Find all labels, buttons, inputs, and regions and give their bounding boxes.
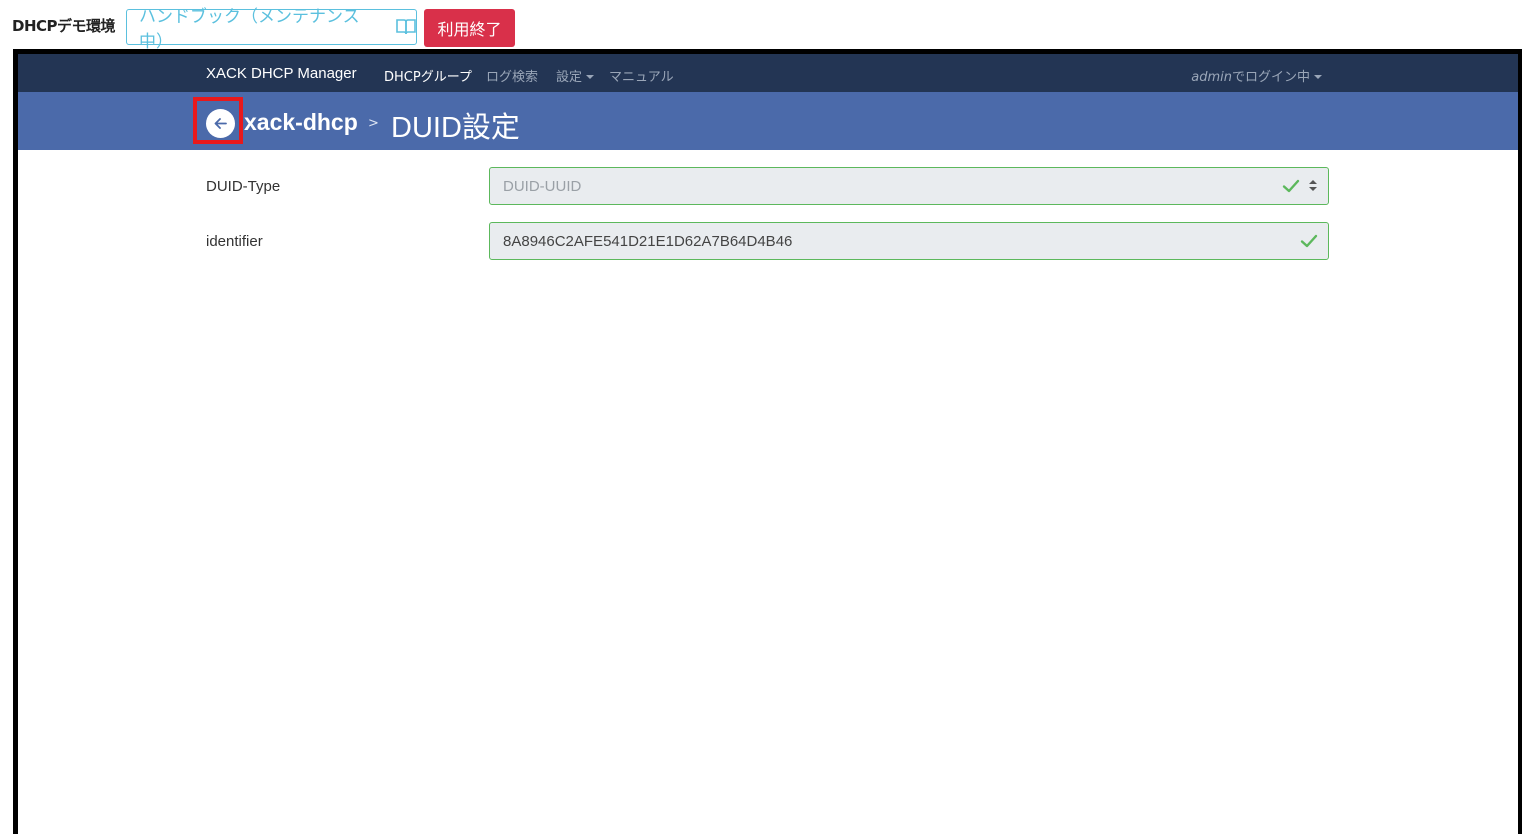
sort-icon [1309, 180, 1317, 192]
check-icon [1282, 179, 1300, 193]
duid-type-label: DUID-Type [206, 178, 281, 195]
identifier-value: 8A8946C2AFE541D21E1D62A7B64D4B46 [503, 232, 793, 250]
exit-button[interactable]: 利用終了 [424, 9, 515, 47]
handbook-label: ハンドブック（メンテナンス中） [139, 7, 360, 52]
check-icon [1300, 234, 1318, 248]
breadcrumb-parent[interactable]: xack-dhcp [244, 109, 358, 136]
duid-type-select[interactable]: DUID-UUID [489, 167, 1329, 205]
page-header: xack-dhcp > DUID設定 [18, 92, 1518, 150]
nav-item-settings-label: 設定 [556, 70, 583, 85]
back-button[interactable] [193, 97, 243, 144]
nav-item-settings[interactable]: 設定 [556, 66, 594, 85]
top-bar: DHCPデモ環境 ハンドブック（メンテナンス中） 利用終了 [0, 0, 1522, 52]
book-icon [396, 19, 416, 35]
navbar: XACK DHCP Manager DHCPグループ ログ検索 設定 マニュアル… [18, 54, 1518, 92]
identifier-field[interactable]: 8A8946C2AFE541D21E1D62A7B64D4B46 [489, 222, 1329, 260]
handbook-button[interactable]: ハンドブック（メンテナンス中） [126, 7, 417, 52]
page-title: DUID設定 [391, 112, 520, 144]
nav-item-dhcp-group[interactable]: DHCPグループ [384, 66, 472, 85]
breadcrumb-separator: > [368, 116, 379, 131]
user-menu[interactable]: adminでログイン中 [1191, 66, 1322, 85]
user-name: admin [1191, 70, 1232, 85]
nav-item-log-search[interactable]: ログ検索 [486, 66, 538, 85]
nav-item-manual[interactable]: マニュアル [609, 66, 674, 85]
user-status: でログイン中 [1231, 70, 1310, 85]
env-label: DHCPデモ環境 [12, 17, 116, 35]
app-frame: XACK DHCP Manager DHCPグループ ログ検索 設定 マニュアル… [13, 49, 1522, 834]
arrow-left-circle-icon [206, 109, 235, 138]
identifier-label: identifier [206, 233, 263, 250]
brand-link[interactable]: XACK DHCP Manager [206, 65, 357, 82]
duid-type-value: DUID-UUID [503, 177, 582, 195]
app-viewport: XACK DHCP Manager DHCPグループ ログ検索 設定 マニュアル… [18, 54, 1518, 834]
